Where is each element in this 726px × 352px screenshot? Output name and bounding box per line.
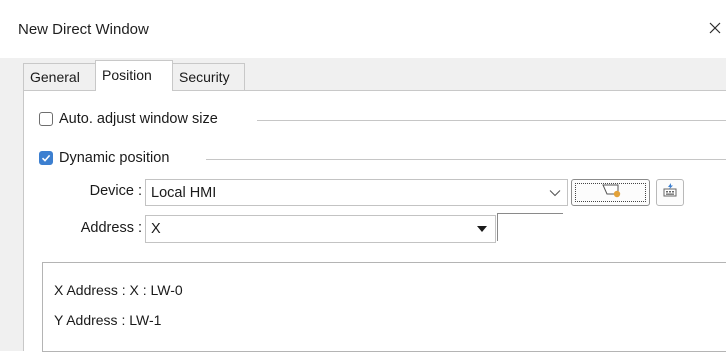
address-device-value: X: [151, 221, 161, 237]
window-title: New Direct Window: [18, 21, 149, 38]
address-keypad-icon: [662, 182, 678, 203]
chevron-down-icon: [549, 185, 561, 201]
tab-security[interactable]: Security: [172, 63, 245, 90]
position-tab-panel: Auto. adjust window size Dynamic positio…: [23, 90, 726, 352]
title-bar: New Direct Window: [0, 0, 726, 58]
auto-adjust-checkbox[interactable]: Auto. adjust window size: [39, 111, 218, 127]
address-keypad-button[interactable]: [656, 179, 684, 206]
device-select[interactable]: Local HMI: [145, 179, 568, 206]
tab-general[interactable]: General: [23, 63, 96, 90]
dynamic-position-group-divider: [206, 159, 726, 160]
device-settings-icon: [598, 182, 624, 203]
dropdown-arrow-icon: [477, 226, 487, 232]
close-button[interactable]: [704, 14, 726, 42]
y-address-text: Y Address : LW-1: [54, 312, 162, 328]
device-select-value: Local HMI: [151, 184, 217, 201]
address-label: Address :: [80, 220, 142, 236]
auto-adjust-checkbox-box[interactable]: [39, 112, 53, 126]
new-direct-window-dialog: New Direct Window General Position Secur…: [0, 0, 726, 352]
auto-adjust-label: Auto. adjust window size: [59, 111, 218, 127]
address-device-select[interactable]: X: [145, 215, 496, 243]
close-icon: [708, 21, 722, 35]
checkmark-icon: [41, 154, 51, 162]
tab-position[interactable]: Position: [95, 60, 173, 91]
auto-adjust-group-divider: [257, 120, 726, 121]
x-address-text: X Address : X : LW-0: [54, 282, 183, 298]
address-input[interactable]: [497, 213, 563, 241]
dynamic-position-checkbox-box[interactable]: [39, 151, 53, 165]
dynamic-position-label: Dynamic position: [59, 150, 170, 166]
dynamic-position-checkbox[interactable]: Dynamic position: [39, 150, 169, 166]
address-info-box: X Address : X : LW-0 Y Address : LW-1: [42, 262, 726, 352]
device-label: Device :: [89, 183, 142, 199]
device-settings-button[interactable]: [571, 179, 650, 206]
